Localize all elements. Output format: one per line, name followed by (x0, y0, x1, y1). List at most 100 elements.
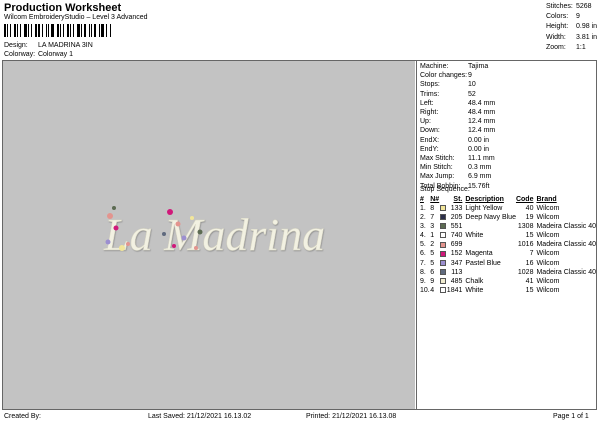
barcode-bar (106, 24, 107, 37)
barcode-bar (17, 24, 18, 37)
printed-date: Printed: 21/12/2021 16.13.08 (306, 413, 397, 420)
needle-num: 9 (430, 277, 435, 285)
stitch-count: 551 (450, 223, 463, 231)
color-swatch-cell (439, 204, 447, 213)
thread-code: 15 (525, 232, 534, 240)
machine-info-row: Left: 48.4 mm (420, 99, 495, 108)
machine-info-label: Right: (420, 109, 439, 117)
stop-num: 10. (420, 286, 430, 294)
stop-num: 8. (420, 268, 426, 276)
machine-info-label: Down: (420, 127, 440, 135)
stat-value: 3.81 in (576, 33, 598, 41)
thread-code: 41 (525, 277, 534, 285)
needle-num: 1 (430, 232, 435, 240)
stat-value: 0.98 in (576, 23, 598, 31)
machine-info-row: Min Stitch: 0.3 mm (420, 163, 495, 172)
stat-row: Width: 3.81 in (546, 33, 597, 43)
machine-info-row: Stops: 10 (420, 80, 495, 89)
stitch-count: 152 (450, 250, 463, 258)
table-row: 7. 5 347 Pastel Blue 16 Wilcom (420, 259, 596, 268)
colorway-label: Colorway: (4, 51, 36, 58)
machine-info-row: EndX: 0.00 in (420, 136, 495, 145)
col-header: Description (465, 196, 504, 203)
machine-info-value: 10 (468, 81, 476, 89)
color-swatch (439, 259, 446, 266)
barcode-bar (81, 24, 82, 37)
machine-info-value: 52 (468, 90, 476, 98)
barcode-bar (60, 24, 61, 37)
barcode-bar (70, 24, 71, 37)
barcode-bar (77, 24, 80, 37)
needle-num: 4 (430, 286, 435, 294)
stop-num: 7. (420, 259, 426, 267)
stitch-count: 699 (450, 241, 463, 249)
thread-brand: Wilcom (536, 286, 560, 294)
machine-info-row: Trims: 52 (420, 90, 495, 99)
color-swatch-cell (439, 213, 447, 222)
table-row: 9. 9 485 Chalk 41 Wilcom (420, 277, 596, 286)
stop-num: 6. (420, 250, 426, 258)
barcode-bar (20, 24, 21, 37)
colorway-row: Colorway: Colorway 1 (4, 51, 73, 58)
barcode-bar (99, 24, 100, 37)
barcode-bar (91, 24, 92, 37)
machine-info-value: 12.4 mm (468, 118, 496, 126)
colorway-value: Colorway 1 (37, 51, 73, 58)
design-label: Design: (4, 42, 28, 49)
machine-info-label: Min Stitch: (420, 164, 453, 172)
barcode-bar (57, 24, 59, 37)
stitch-count: 205 (450, 214, 463, 222)
color-swatch-cell (439, 268, 447, 277)
color-swatch (439, 223, 446, 230)
col-header: # (420, 196, 424, 203)
machine-info-row: Right: 48.4 mm (420, 108, 495, 117)
machine-info-label: EndX: (420, 136, 440, 144)
color-swatch (439, 205, 446, 212)
barcode-bar (63, 24, 64, 37)
machine-info-row: Machine: Tajima (420, 62, 495, 71)
machine-info-label: EndY: (420, 145, 439, 153)
table-header-row: # N# St. Description Code Brand (420, 195, 596, 204)
stitch-count: 113 (451, 268, 463, 276)
barcode-bar (51, 24, 54, 37)
barcode-bar (67, 24, 69, 37)
stop-sequence-table: # N# St. Description Code Brand 1. 8 133 Li… (420, 195, 596, 295)
stat-row: Colors: 9 (546, 12, 597, 22)
thread-brand: Wilcom (536, 214, 560, 222)
stitch-count: 133 (450, 205, 463, 212)
machine-info-value: 0.3 mm (468, 164, 492, 172)
machine-info-label: Machine: (420, 63, 449, 70)
needle-num: 6 (430, 268, 435, 276)
machine-info-label: Left: (420, 99, 434, 107)
thread-description: Pastel Blue (465, 259, 501, 267)
machine-info-value: Tajima (468, 63, 489, 70)
color-swatch (439, 232, 446, 239)
needle-num: 5 (430, 250, 435, 258)
barcode-bar (38, 24, 40, 37)
thread-code: 7 (529, 250, 534, 258)
thread-description: Chalk (465, 277, 484, 285)
stop-num: 1. (420, 205, 426, 212)
machine-info-value: 6.9 mm (468, 173, 492, 181)
color-swatch (439, 214, 446, 221)
design-stats: Stitches: 5268 Colors: 9 Height: 0.98 in Wi… (546, 2, 597, 53)
created-by: Created By: (4, 413, 41, 420)
color-swatch-cell (439, 231, 447, 240)
thread-brand: Madeira Classic 40 (536, 268, 596, 276)
machine-info-label: Max Jump: (420, 173, 455, 181)
needle-num: 2 (430, 241, 435, 249)
machine-info-label: Stops: (420, 81, 440, 89)
machine-info-label: Up: (420, 118, 431, 126)
stat-label: Colors: (546, 13, 569, 21)
color-swatch (439, 287, 446, 293)
thread-brand: Madeira Classic 40 (536, 223, 596, 231)
stat-value: 9 (576, 13, 580, 21)
stat-label: Width: (546, 33, 566, 41)
barcode-bar (14, 24, 16, 37)
machine-info-row: Up: 12.4 mm (420, 117, 495, 126)
barcode-bar (48, 24, 49, 37)
thread-brand: Wilcom (536, 259, 560, 267)
thread-brand: Wilcom (536, 277, 560, 285)
design-value: LA MADRINA 3IN (37, 42, 93, 49)
thread-code: 15 (525, 286, 534, 294)
